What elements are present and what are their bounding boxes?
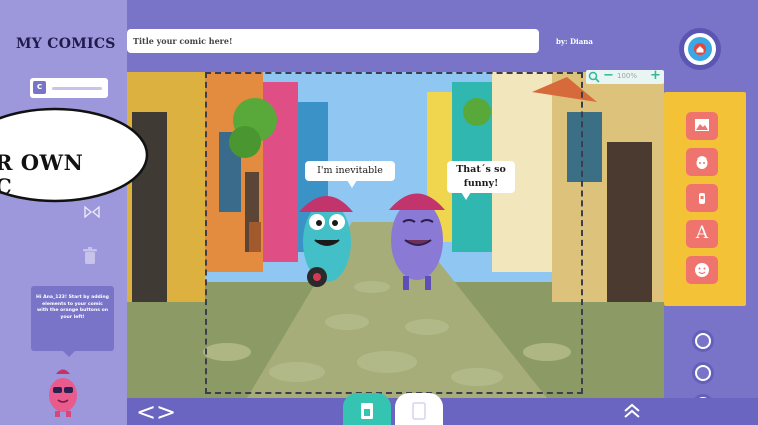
- page-1-tab[interactable]: [343, 393, 391, 425]
- tool-panel: A: [664, 92, 746, 306]
- sidebar: MY COMICS c Hi Ana_123! Start by adding …: [0, 0, 127, 425]
- add-object-button[interactable]: [686, 184, 718, 212]
- speech-bubble-2[interactable]: That´s so funny!: [447, 161, 515, 200]
- toggle-c-button[interactable]: c: [33, 81, 46, 94]
- object-icon: [699, 193, 705, 204]
- author-label: by: Diana: [556, 37, 593, 46]
- previous-page-button[interactable]: <: [136, 399, 156, 425]
- eye-icon: [697, 335, 709, 347]
- zoom-control: − 100% +: [586, 68, 664, 84]
- element-slider[interactable]: [52, 87, 102, 90]
- save-button[interactable]: [692, 362, 714, 384]
- image-icon: [695, 119, 709, 131]
- trash-icon[interactable]: [82, 247, 98, 265]
- home-icon: [688, 37, 712, 61]
- app-title: MY COMICS: [16, 36, 116, 52]
- add-emoji-button[interactable]: [686, 256, 718, 284]
- preview-button[interactable]: [692, 330, 714, 352]
- page-icon: [412, 402, 426, 420]
- character-icon: [696, 156, 708, 169]
- add-background-button[interactable]: [686, 112, 718, 140]
- search-icon[interactable]: [588, 71, 600, 83]
- page-2-tab[interactable]: [395, 393, 443, 425]
- page-icon: [361, 403, 373, 419]
- zoom-out-button[interactable]: −: [603, 68, 614, 84]
- comic-canvas[interactable]: I'm inevitable That´s so funny!: [127, 72, 664, 398]
- callout-text: R OWN C: [0, 150, 84, 199]
- add-text-button[interactable]: A: [686, 220, 718, 248]
- comic-panel-frame[interactable]: [205, 72, 583, 394]
- comic-title-input[interactable]: [127, 29, 539, 53]
- speech-bubble-1[interactable]: I'm inevitable: [305, 161, 395, 188]
- element-control-card[interactable]: c: [30, 78, 108, 98]
- speech-bubble-2-line-2: funny!: [463, 178, 499, 189]
- emoji-icon: [695, 263, 709, 277]
- hint-bubble: Hi Ana_123! Start by adding elements to …: [31, 286, 114, 357]
- speech-bubble-2-line-1: That´s so: [456, 164, 506, 175]
- mascot-character: [49, 369, 77, 417]
- zoom-level: 100%: [617, 72, 638, 80]
- add-character-button[interactable]: [686, 148, 718, 176]
- home-button[interactable]: [679, 28, 721, 70]
- save-icon: [697, 367, 709, 379]
- zoom-in-button[interactable]: +: [650, 68, 661, 84]
- flip-icon[interactable]: [84, 206, 100, 218]
- text-icon: A: [695, 223, 709, 243]
- next-page-button[interactable]: >: [156, 399, 176, 425]
- chevron-up-icon[interactable]: [623, 402, 641, 420]
